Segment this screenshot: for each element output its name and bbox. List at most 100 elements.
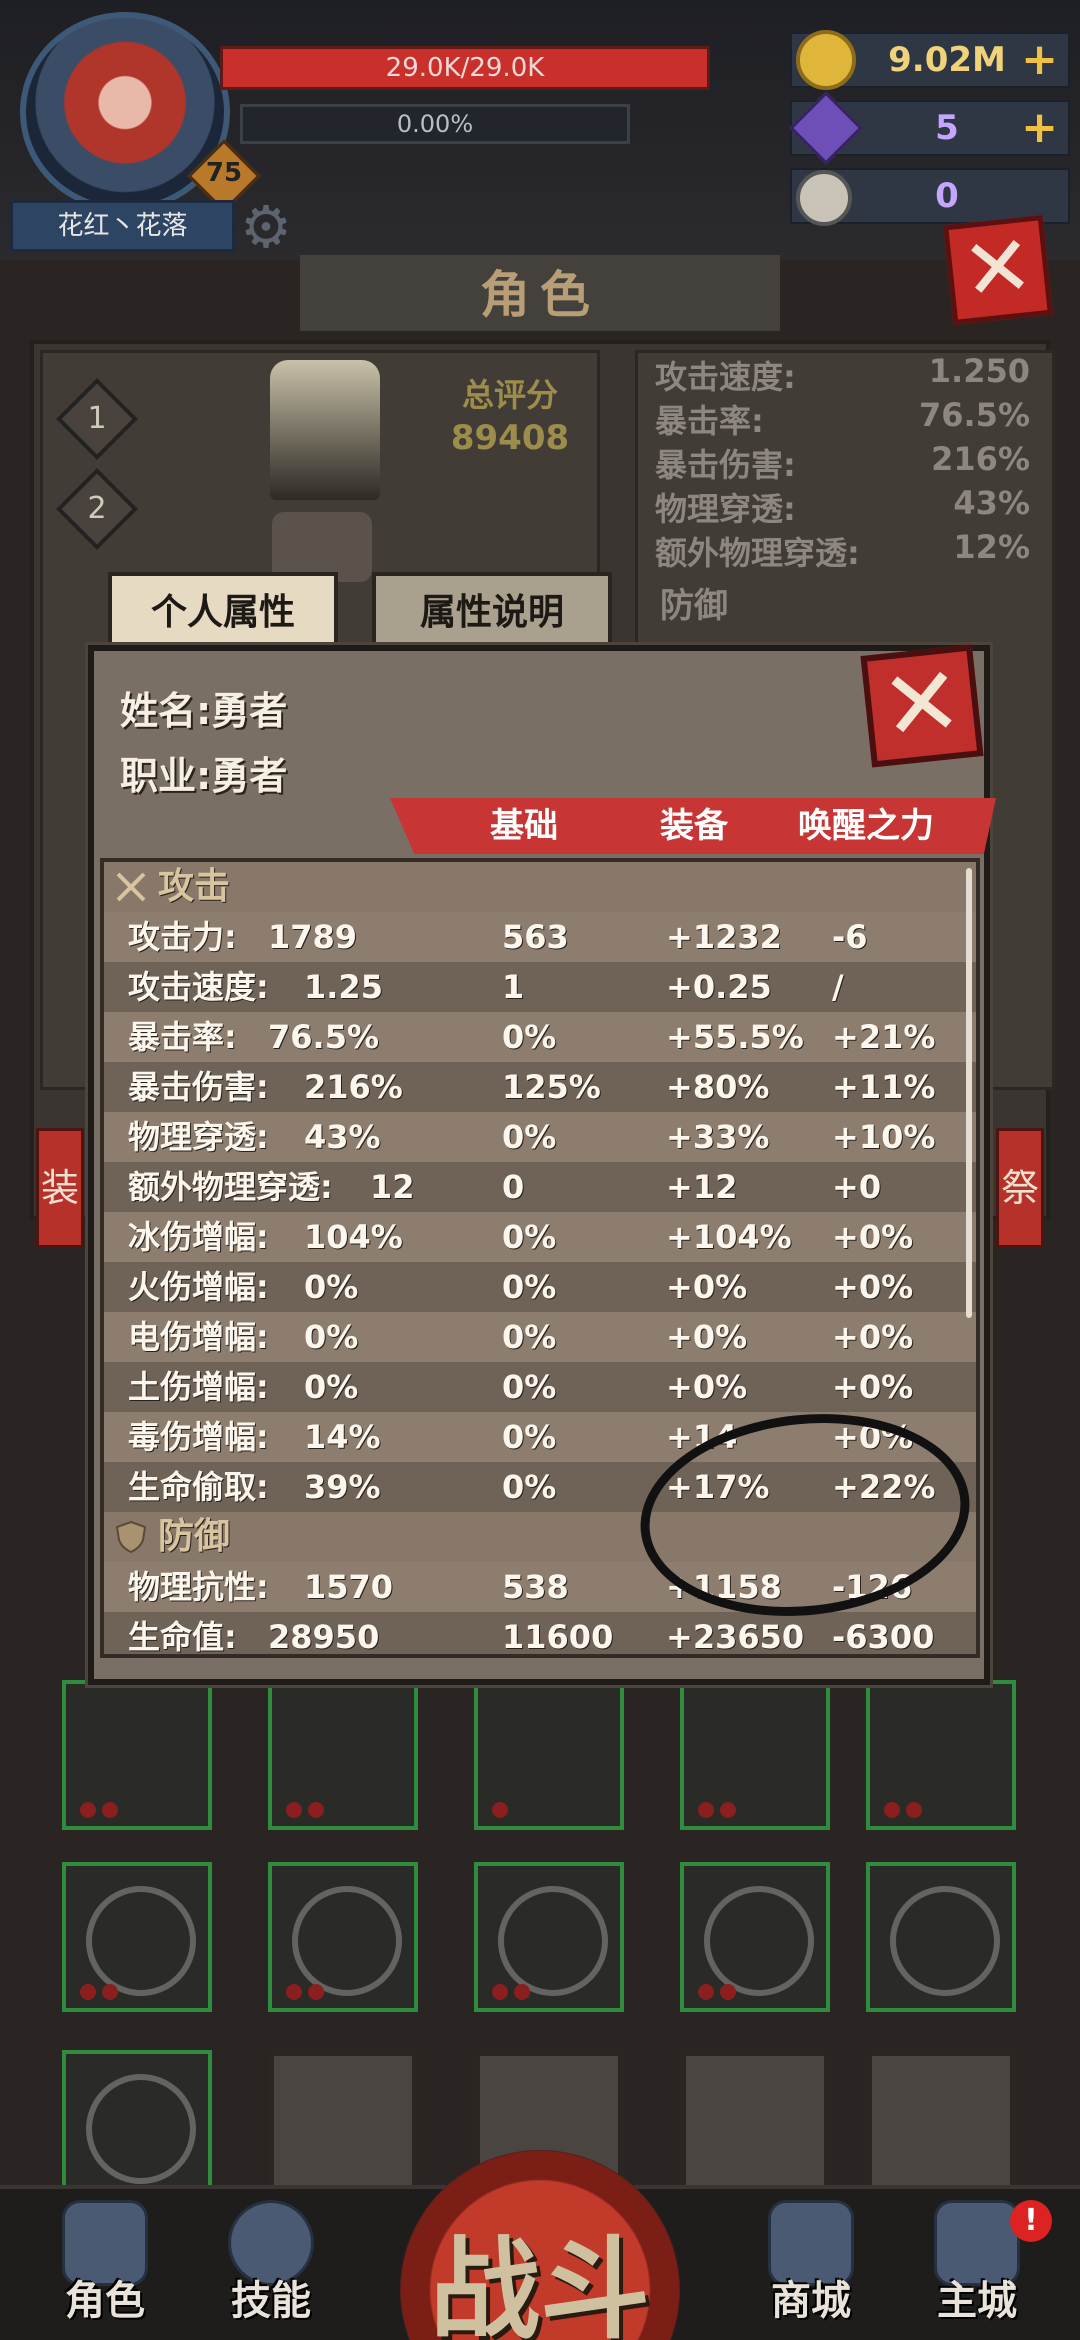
bg-stat-value: 1.250 bbox=[928, 352, 1030, 390]
equip-slot-boots[interactable] bbox=[866, 1680, 1016, 1830]
stat-equip: +23650 bbox=[666, 1618, 805, 1656]
settings-gear-icon[interactable]: ⚙ bbox=[240, 198, 292, 256]
stat-label: 冰伤增幅: bbox=[128, 1218, 269, 1256]
table-row: 攻击速度: 1.25 1 +0.25 / bbox=[104, 962, 976, 1012]
stat-awaken: +0% bbox=[832, 1218, 914, 1256]
stat-base: 125% bbox=[502, 1068, 601, 1106]
empty-slot[interactable] bbox=[866, 2050, 1016, 2200]
stat-base: 0% bbox=[502, 1468, 557, 1506]
class-line: 职业:勇者 bbox=[120, 745, 287, 800]
stat-total: 0% bbox=[304, 1318, 359, 1356]
stat-awaken: +0% bbox=[832, 1368, 914, 1406]
equip-slot-necklace-2[interactable] bbox=[268, 1862, 418, 2012]
empty-slot[interactable] bbox=[680, 2050, 830, 2200]
stat-label: 暴击率: bbox=[128, 1018, 237, 1056]
add-gem-button[interactable]: + bbox=[1021, 102, 1058, 154]
stat-total: 0% bbox=[304, 1268, 359, 1306]
level-text: 75 bbox=[205, 158, 243, 188]
notification-badge: ! bbox=[1010, 2200, 1052, 2242]
equip-slot-necklace-1[interactable] bbox=[62, 1862, 212, 2012]
sacrifice-side-button[interactable]: 祭 bbox=[996, 1128, 1044, 1248]
stat-total: 1789 bbox=[268, 918, 358, 956]
column-header-equipment: 装备 bbox=[660, 806, 728, 846]
equip-side-button[interactable]: 装 bbox=[36, 1128, 84, 1248]
nav-shop[interactable]: 商城 bbox=[736, 2200, 886, 2330]
stat-equip: +0% bbox=[666, 1318, 748, 1356]
column-header-awakening: 唤醒之力 bbox=[798, 806, 934, 846]
table-row: 土伤增幅: 0% 0% +0% +0% bbox=[104, 1362, 976, 1412]
battle-label: 战斗 bbox=[430, 2226, 650, 2340]
bg-stat-value: 76.5% bbox=[918, 396, 1030, 434]
table-scrollbar[interactable] bbox=[966, 868, 972, 1318]
equip-slot-ring-2[interactable] bbox=[62, 2050, 212, 2200]
tab-attribute-description[interactable]: 属性说明 bbox=[372, 572, 612, 650]
equip-slot-necklace-4[interactable] bbox=[680, 1862, 830, 2012]
necklace-icon bbox=[498, 1886, 608, 1996]
tab-personal-attributes[interactable]: 个人属性 bbox=[108, 572, 338, 650]
gold-coin-icon bbox=[796, 30, 856, 90]
stat-total: 12 bbox=[370, 1168, 415, 1206]
stat-total: 43% bbox=[304, 1118, 381, 1156]
stat-base: 0% bbox=[502, 1118, 557, 1156]
equip-slot-necklace-3[interactable] bbox=[474, 1862, 624, 2012]
stat-awaken: -6 bbox=[832, 918, 868, 956]
name-value: 勇者 bbox=[211, 689, 288, 733]
stat-label: 物理抗性: bbox=[128, 1568, 269, 1606]
stat-total: 216% bbox=[304, 1068, 403, 1106]
nav-character[interactable]: 角色 bbox=[30, 2200, 180, 2330]
ram-skull-icon bbox=[796, 170, 852, 226]
total-score-label: 总评分 bbox=[461, 376, 558, 414]
stat-total: 76.5% bbox=[268, 1018, 380, 1056]
stat-base: 0% bbox=[502, 1218, 557, 1256]
stat-equip: +0.25 bbox=[666, 968, 772, 1006]
bg-stat-label: 暴击伤害: bbox=[655, 446, 796, 484]
close-modal-button[interactable]: ✕ bbox=[860, 644, 984, 768]
bg-stat-row: 额外物理穿透: 12% bbox=[655, 528, 1030, 574]
nav-label: 角色 bbox=[65, 2278, 145, 2324]
stat-equip: +0% bbox=[666, 1368, 748, 1406]
stat-total: 28950 bbox=[268, 1618, 380, 1656]
crossed-swords-icon bbox=[116, 872, 146, 902]
loadout-2-label: 2 bbox=[87, 491, 107, 526]
stat-base: 11600 bbox=[502, 1618, 614, 1656]
close-screen-button[interactable]: ✕ bbox=[943, 215, 1053, 325]
bg-stat-row: 物理穿透: 43% bbox=[655, 484, 1030, 530]
equip-slot-leggings[interactable] bbox=[474, 1680, 624, 1830]
table-row: 暴击伤害: 216% 125% +80% +11% bbox=[104, 1062, 976, 1112]
name-line: 姓名:勇者 bbox=[120, 680, 287, 735]
empty-slot[interactable] bbox=[268, 2050, 418, 2200]
stat-base: 0% bbox=[502, 1268, 557, 1306]
stat-label: 生命偷取: bbox=[128, 1468, 269, 1506]
equip-slot-ring-1[interactable] bbox=[866, 1862, 1016, 2012]
bg-stat-label: 攻击速度: bbox=[655, 358, 796, 396]
loadout-1-label: 1 bbox=[87, 401, 107, 436]
stat-base: 0% bbox=[502, 1368, 557, 1406]
table-row: 火伤增幅: 0% 0% +0% +0% bbox=[104, 1262, 976, 1312]
table-row: 额外物理穿透: 12 0 +12 +0 bbox=[104, 1162, 976, 1212]
stat-awaken: +0% bbox=[832, 1318, 914, 1356]
stat-equip: +55.5% bbox=[666, 1018, 804, 1056]
add-gold-button[interactable]: + bbox=[1021, 34, 1058, 86]
hero-portrait bbox=[270, 360, 380, 500]
hp-bar: 29.0K/29.0K bbox=[220, 46, 710, 90]
stat-label: 攻击力: bbox=[128, 918, 237, 956]
stat-label: 额外物理穿透: bbox=[128, 1168, 333, 1206]
column-header-base: 基础 bbox=[490, 806, 558, 846]
equip-slot-pants[interactable] bbox=[62, 1680, 212, 1830]
screen-title: 角色 bbox=[300, 255, 780, 335]
stat-equip: +33% bbox=[666, 1118, 770, 1156]
total-score-value: 89408 bbox=[450, 418, 570, 458]
section-label: 防御 bbox=[158, 1516, 231, 1557]
equip-slot-cloak[interactable] bbox=[268, 1680, 418, 1830]
stat-equip: +0% bbox=[666, 1268, 748, 1306]
stat-awaken: +11% bbox=[832, 1068, 936, 1106]
stat-base: 1 bbox=[502, 968, 525, 1006]
stat-awaken: +10% bbox=[832, 1118, 936, 1156]
stat-label: 生命值: bbox=[128, 1618, 237, 1656]
nav-skills[interactable]: 技能 bbox=[196, 2200, 346, 2330]
stat-awaken: +21% bbox=[832, 1018, 936, 1056]
stat-awaken: +0 bbox=[832, 1168, 882, 1206]
bg-defense-label: 防御 bbox=[660, 586, 728, 626]
token-value: 0 bbox=[935, 176, 959, 216]
equip-slot-armor[interactable] bbox=[680, 1680, 830, 1830]
